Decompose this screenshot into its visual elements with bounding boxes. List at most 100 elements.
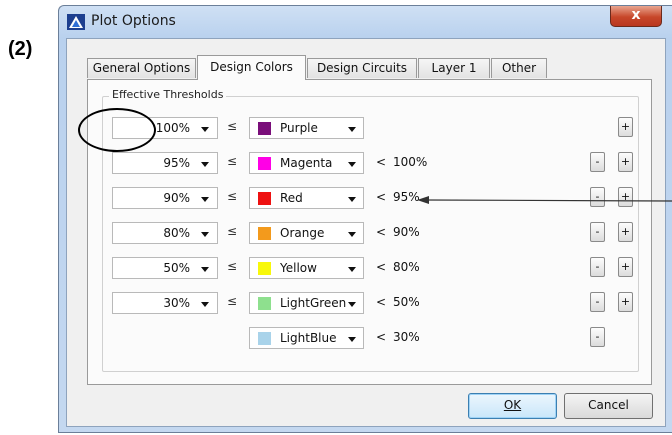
chevron-down-icon — [201, 267, 209, 272]
color-name: Purple — [280, 121, 318, 135]
color-name: LightGreen — [280, 296, 347, 310]
cancel-label: Cancel — [588, 398, 629, 412]
chevron-down-icon — [201, 127, 209, 132]
color-swatch — [258, 157, 271, 170]
less-equal-symbol: ≤ — [227, 294, 238, 308]
color-dropdown[interactable]: LightBlue — [249, 327, 364, 349]
ok-label: OK — [503, 398, 522, 412]
chevron-down-icon — [348, 162, 356, 167]
less-equal-symbol: ≤ — [227, 119, 238, 133]
plot-options-dialog: Plot Options x General Options Design Co… — [58, 5, 672, 433]
color-swatch — [258, 297, 271, 310]
color-dropdown[interactable]: Yellow — [249, 257, 364, 279]
threshold-value: 30% — [163, 296, 190, 310]
remove-threshold-button[interactable]: - — [590, 292, 605, 312]
color-swatch — [258, 332, 271, 345]
highlight-ellipse — [78, 108, 156, 152]
threshold-dropdown[interactable]: 80% — [112, 222, 218, 244]
remove-threshold-button[interactable]: - — [590, 222, 605, 242]
threshold-row: 90% ≤ Red <95% - + — [103, 187, 640, 211]
app-icon — [67, 14, 85, 30]
upper-bound-value: 80% — [393, 260, 420, 274]
remove-threshold-button[interactable]: - — [590, 187, 605, 207]
threshold-value: 90% — [163, 191, 190, 205]
upper-bound-value: 100% — [393, 155, 428, 169]
tab-design-colors[interactable]: Design Colors — [197, 55, 306, 80]
threshold-value: 80% — [163, 226, 190, 240]
threshold-dropdown[interactable]: 50% — [112, 257, 218, 279]
add-threshold-button[interactable]: + — [618, 152, 633, 172]
tab-other[interactable]: Other — [491, 58, 547, 78]
add-threshold-button[interactable]: + — [618, 222, 633, 242]
upper-bound-value: 30% — [393, 330, 420, 344]
chevron-down-icon — [201, 302, 209, 307]
less-equal-symbol: ≤ — [227, 189, 238, 203]
upper-bound-value: 90% — [393, 225, 420, 239]
color-name: LightBlue — [280, 331, 337, 345]
less-than-symbol: < — [376, 225, 387, 239]
threshold-value: 100% — [155, 121, 190, 135]
remove-threshold-button[interactable]: - — [590, 327, 605, 347]
color-swatch — [258, 192, 271, 205]
threshold-dropdown[interactable]: 30% — [112, 292, 218, 314]
threshold-row: 95% ≤ Magenta <100% - + — [103, 152, 640, 176]
add-threshold-button[interactable]: + — [618, 187, 633, 207]
tab-general-options[interactable]: General Options — [87, 58, 196, 78]
chevron-down-icon — [348, 197, 356, 202]
threshold-value: 95% — [163, 156, 190, 170]
add-threshold-button[interactable]: + — [618, 257, 633, 277]
less-than-symbol: < — [376, 190, 387, 204]
less-equal-symbol: ≤ — [227, 224, 238, 238]
threshold-value: 50% — [163, 261, 190, 275]
threshold-row: 50% ≤ Yellow <80% - + — [103, 257, 640, 281]
chevron-down-icon — [348, 127, 356, 132]
remove-threshold-button[interactable]: - — [590, 152, 605, 172]
less-than-symbol: < — [376, 295, 387, 309]
less-than-symbol: < — [376, 330, 387, 344]
color-dropdown[interactable]: LightGreen — [249, 292, 364, 314]
less-than-symbol: < — [376, 155, 387, 169]
effective-thresholds-group: Effective Thresholds 100% ≤ Purple +95% ≤ Mag… — [102, 88, 640, 372]
color-dropdown[interactable]: Red — [249, 187, 364, 209]
threshold-row: 80% ≤ Orange <90% - + — [103, 222, 640, 246]
dialog-client: General Options Design Colors Design Cir… — [66, 38, 666, 427]
chevron-down-icon — [201, 197, 209, 202]
chevron-down-icon — [348, 267, 356, 272]
add-threshold-button[interactable]: + — [618, 117, 633, 137]
remove-threshold-button[interactable]: - — [590, 257, 605, 277]
tab-design-circuits[interactable]: Design Circuits — [307, 58, 417, 78]
upper-bound-value: 95% — [393, 190, 420, 204]
group-label: Effective Thresholds — [109, 88, 227, 101]
chevron-down-icon — [348, 302, 356, 307]
add-threshold-button[interactable]: + — [618, 292, 633, 312]
window-title: Plot Options — [91, 13, 176, 29]
color-name: Magenta — [280, 156, 333, 170]
threshold-dropdown[interactable]: 95% — [112, 152, 218, 174]
tab-layer-1[interactable]: Layer 1 — [418, 58, 490, 78]
chevron-down-icon — [348, 232, 356, 237]
cancel-button[interactable]: Cancel — [564, 393, 653, 419]
color-swatch — [258, 227, 271, 240]
threshold-dropdown[interactable]: 90% — [112, 187, 218, 209]
chevron-down-icon — [201, 232, 209, 237]
ok-button[interactable]: OK — [468, 393, 557, 419]
color-dropdown[interactable]: Magenta — [249, 152, 364, 174]
chevron-down-icon — [348, 337, 356, 342]
step-label: (2) — [8, 38, 33, 60]
close-button[interactable]: x — [610, 6, 662, 27]
color-name: Orange — [280, 226, 325, 240]
title-bar: Plot Options x — [59, 6, 672, 38]
threshold-row: 100% ≤ Purple + — [103, 117, 640, 141]
color-swatch — [258, 262, 271, 275]
color-swatch — [258, 122, 271, 135]
design-colors-panel: Effective Thresholds 100% ≤ Purple +95% ≤ Mag… — [87, 79, 652, 385]
color-name: Yellow — [280, 261, 317, 275]
less-equal-symbol: ≤ — [227, 154, 238, 168]
threshold-row: LightBlue <30% - — [103, 327, 640, 351]
upper-bound-value: 50% — [393, 295, 420, 309]
chevron-down-icon — [201, 162, 209, 167]
color-dropdown[interactable]: Purple — [249, 117, 364, 139]
color-name: Red — [280, 191, 303, 205]
less-than-symbol: < — [376, 260, 387, 274]
color-dropdown[interactable]: Orange — [249, 222, 364, 244]
